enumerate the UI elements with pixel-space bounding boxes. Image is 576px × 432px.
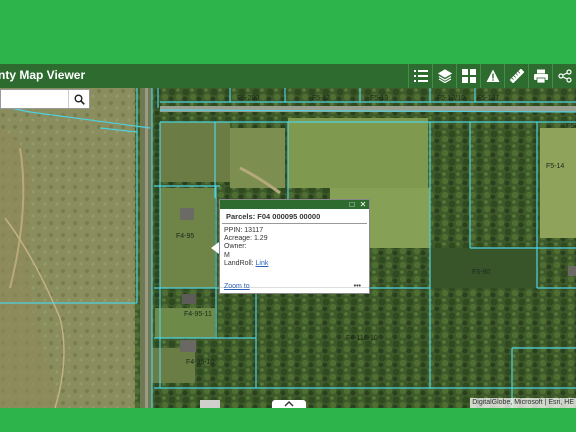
- parcel-label: F5-90: [472, 269, 490, 276]
- top-background-band: [0, 0, 576, 64]
- app-header: nty Map Viewer: [0, 64, 576, 88]
- bottom-background-band: [0, 408, 576, 432]
- landroll-label: LandRoll:: [224, 259, 254, 267]
- popup-title: Parcels: F04 000095 00000: [222, 209, 367, 224]
- landroll-field: LandRoll: Link: [224, 260, 365, 268]
- more-actions-button[interactable]: •••: [354, 283, 361, 290]
- measure-ruler-icon[interactable]: [504, 64, 528, 88]
- popup-body: PPIN: 13117 Acreage: 1.29 Owner: M LandR…: [220, 224, 369, 271]
- parcel-label: F5-12/10: [437, 95, 465, 102]
- popup-header-bar: □ ✕: [220, 200, 369, 209]
- parcel-label: F5-14: [546, 163, 564, 170]
- search-button[interactable]: [68, 90, 89, 108]
- share-icon[interactable]: [552, 64, 576, 88]
- parcel-label: F4-95-10: [186, 359, 215, 366]
- owner-value: M: [224, 251, 230, 259]
- owner-label: Owner:: [224, 243, 247, 251]
- toolbar: [408, 64, 576, 88]
- parcel-label: F5-10: [566, 123, 576, 130]
- close-icon[interactable]: ✕: [358, 200, 368, 209]
- parcel-label: F5-12: [312, 95, 330, 102]
- chevron-up-icon: [284, 401, 294, 407]
- parcel-popup: □ ✕ Parcels: F04 000095 00000 PPIN: 1311…: [219, 199, 370, 294]
- landroll-link[interactable]: Link: [256, 260, 269, 267]
- bottom-panel-toggle[interactable]: [272, 400, 306, 408]
- warning-icon[interactable]: [480, 64, 504, 88]
- app-title: nty Map Viewer: [0, 68, 86, 82]
- print-icon[interactable]: [528, 64, 552, 88]
- parcel-label: F4-116-10: [346, 335, 378, 342]
- ppin-field: PPIN: 13117: [224, 227, 264, 234]
- parcel-label: F5-13: [370, 95, 388, 102]
- search-input[interactable]: [1, 90, 77, 108]
- legend-list-icon[interactable]: [408, 64, 432, 88]
- maximize-icon[interactable]: □: [347, 200, 357, 209]
- popup-pointer: [211, 242, 219, 254]
- map-attribution: DigitalGlobe, Microsoft | Esri, HE: [470, 398, 576, 408]
- layers-icon[interactable]: [432, 64, 456, 88]
- parcel-label: F4-95: [176, 233, 194, 240]
- zoom-to-link[interactable]: Zoom to: [224, 283, 250, 290]
- search-icon: [74, 94, 85, 105]
- search-box: [0, 89, 90, 109]
- acreage-field: Acreage: 1.29: [224, 235, 268, 243]
- parcel-label: F5-200: [237, 95, 259, 102]
- parcel-label: F4-95-11: [184, 311, 212, 318]
- popup-footer: Zoom to •••: [220, 283, 369, 290]
- parcel-label: F5-127: [477, 95, 499, 102]
- basemap-gallery-icon[interactable]: [456, 64, 480, 88]
